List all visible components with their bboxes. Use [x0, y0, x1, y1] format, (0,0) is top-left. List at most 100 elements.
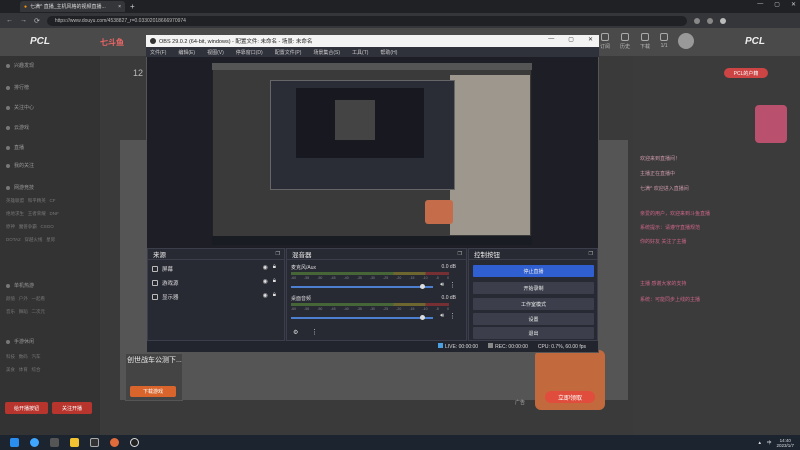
- source-item[interactable]: 游戏源: [152, 279, 179, 287]
- site-logo[interactable]: PCL: [30, 36, 50, 47]
- header-item-history[interactable]: 历史: [620, 33, 630, 50]
- sidebar-grid-row[interactable]: 科技 数码 汽车: [6, 354, 41, 360]
- claim-gift-button[interactable]: 立即领取: [545, 391, 595, 403]
- sidebar-item-follow[interactable]: 关注中心: [6, 104, 34, 111]
- obs-menu-bar: 文件(F) 编辑(E) 视图(V) 停靠窗口(D) 配置文件(P) 场景集合(S…: [146, 47, 599, 57]
- dock-float-icon[interactable]: ❐: [276, 251, 280, 257]
- settings-button[interactable]: 设置: [473, 313, 594, 325]
- favorites-icon[interactable]: [706, 17, 713, 24]
- header-item-download[interactable]: 下载: [640, 33, 650, 50]
- sidebar-grid-row[interactable]: 美食 体育 综合: [6, 367, 41, 373]
- reload-button[interactable]: ⟳: [34, 17, 40, 25]
- mixer-channel-name: 桌面音频: [291, 296, 312, 302]
- header-item-subscribe[interactable]: 订阅: [600, 33, 610, 50]
- source-item[interactable]: 显示器: [152, 293, 179, 301]
- profile-avatar[interactable]: [719, 17, 726, 24]
- sidebar-item-cloud-game[interactable]: 云游戏: [6, 124, 29, 131]
- advanced-audio-icon[interactable]: ⚙: [293, 329, 298, 336]
- speaker-icon[interactable]: 🔊︎: [440, 313, 444, 320]
- sidebar-grid-row[interactable]: 原神 魔兽争霸 CSGO: [6, 224, 54, 230]
- lock-icon[interactable]: 🔒︎: [273, 264, 276, 271]
- source-item[interactable]: 屏幕: [152, 265, 173, 273]
- sidebar-grid-row[interactable]: 英雄联盟 和平精英 CF: [6, 198, 56, 204]
- start-recording-button[interactable]: 开始录制: [473, 282, 594, 294]
- eye-icon[interactable]: ◉: [263, 292, 268, 299]
- close-button[interactable]: ✕: [791, 1, 796, 8]
- sidebar-item-ranking[interactable]: 排行榜: [6, 84, 29, 91]
- tray-ime[interactable]: 中: [767, 440, 772, 446]
- tab-close-icon[interactable]: ×: [118, 4, 121, 10]
- volume-slider-knob[interactable]: [419, 284, 425, 289]
- obs-close-button[interactable]: ✕: [588, 36, 593, 43]
- sidebar-action-right[interactable]: 关注开播: [52, 402, 92, 414]
- obs-maximize-button[interactable]: ▢: [568, 36, 574, 43]
- stop-streaming-button[interactable]: 停止直播: [473, 265, 594, 277]
- menu-edit[interactable]: 编辑(E): [178, 49, 195, 56]
- menu-scene-collection[interactable]: 场景集合(S): [313, 49, 340, 56]
- sidebar-item-my-follow[interactable]: 我的关注: [6, 162, 34, 169]
- ad-card-title: 创世战车公测下...: [127, 357, 182, 364]
- speaker-icon[interactable]: 🔊︎: [440, 282, 444, 289]
- extension-icon[interactable]: [693, 17, 700, 24]
- more-options-icon[interactable]: ⋮: [449, 281, 456, 289]
- lock-icon[interactable]: 🔒︎: [273, 292, 276, 299]
- forward-button[interactable]: →: [20, 17, 27, 24]
- douyu-logo[interactable]: 七斗鱼: [100, 37, 124, 48]
- dock-float-icon[interactable]: ❐: [458, 251, 462, 257]
- volume-slider[interactable]: [291, 286, 433, 288]
- eye-icon[interactable]: ◉: [263, 264, 268, 271]
- lock-icon[interactable]: 🔒︎: [273, 278, 276, 285]
- page-icon: [660, 33, 669, 41]
- ranking-icon: [6, 85, 10, 90]
- sidebar-grid-row[interactable]: 音乐 舞蹈 二次元: [6, 309, 45, 315]
- maximize-button[interactable]: ▢: [774, 1, 780, 8]
- eye-icon[interactable]: ◉: [263, 278, 268, 285]
- obs-app-icon[interactable]: [130, 438, 139, 447]
- ad-card-button[interactable]: 下载游戏: [130, 386, 176, 397]
- sidebar-item-live[interactable]: 直播: [6, 144, 24, 151]
- source-controls: ◉ 🔒︎: [263, 278, 276, 285]
- browser-tab[interactable]: ● 七满^ 直播_主机风格的视频直播... ×: [20, 1, 125, 12]
- menu-docks[interactable]: 停靠窗口(D): [236, 49, 263, 56]
- more-options-icon[interactable]: ⋮: [449, 312, 456, 320]
- menu-help[interactable]: 帮助(H): [380, 49, 397, 56]
- sidebar-grid-row[interactable]: DOTA2 穿越火线 星际: [6, 237, 55, 243]
- file-explorer-icon[interactable]: [70, 438, 79, 447]
- new-tab-button[interactable]: +: [130, 2, 135, 11]
- tray-network-icon[interactable]: ▲: [758, 440, 762, 445]
- menu-file[interactable]: 文件(F): [150, 49, 166, 56]
- event-banner[interactable]: [755, 105, 787, 143]
- start-icon[interactable]: [10, 438, 19, 447]
- obs-title-bar: OBS 29.0.2 (64-bit, windows) - 配置文件: 未命名…: [146, 35, 599, 47]
- minimize-button[interactable]: —: [757, 1, 763, 8]
- browser-icon[interactable]: [110, 438, 119, 447]
- task-view-icon[interactable]: [50, 438, 59, 447]
- sidebar-grid-row[interactable]: 颜值 户外 一起看: [6, 296, 45, 302]
- url-input[interactable]: https://www.douyu.com/4538827_r=0.033020…: [46, 15, 687, 26]
- back-button[interactable]: ←: [6, 17, 13, 24]
- rec-indicator-icon: [488, 343, 494, 348]
- sidebar-action-left[interactable]: 给开播按钮: [5, 402, 48, 414]
- menu-tools[interactable]: 工具(T): [352, 49, 368, 56]
- sidebar-item-discover[interactable]: 兴趣发现: [6, 62, 34, 69]
- dock-float-icon[interactable]: ❐: [589, 251, 593, 257]
- menu-profile[interactable]: 配置文件(P): [275, 49, 302, 56]
- steam-icon[interactable]: [90, 438, 99, 447]
- sidebar-item-single-games[interactable]: 单机热游: [6, 282, 34, 289]
- studio-mode-button[interactable]: 工作室模式: [473, 298, 594, 310]
- volume-slider-knob[interactable]: [419, 315, 425, 320]
- header-item-page[interactable]: 1/1: [660, 33, 669, 50]
- site-logo-right[interactable]: PCL: [745, 36, 765, 47]
- pcl-button[interactable]: PCL的户籍: [724, 68, 768, 78]
- menu-view[interactable]: 视图(V): [207, 49, 224, 56]
- sidebar-grid-row[interactable]: 绝地求生 王者荣耀 DNF: [6, 211, 59, 217]
- sidebar-item-mobile-games[interactable]: 手游休闲: [6, 338, 34, 345]
- sidebar-item-online-games[interactable]: 网游竞技: [6, 184, 34, 191]
- volume-slider[interactable]: [291, 317, 433, 319]
- edge-icon[interactable]: [30, 438, 39, 447]
- user-avatar[interactable]: [678, 33, 695, 49]
- exit-button[interactable]: 退出: [473, 327, 594, 339]
- obs-minimize-button[interactable]: —: [548, 36, 554, 43]
- mixer-menu-icon[interactable]: ⋮: [311, 328, 318, 336]
- clock[interactable]: 14:40 2023/1/7: [776, 438, 794, 448]
